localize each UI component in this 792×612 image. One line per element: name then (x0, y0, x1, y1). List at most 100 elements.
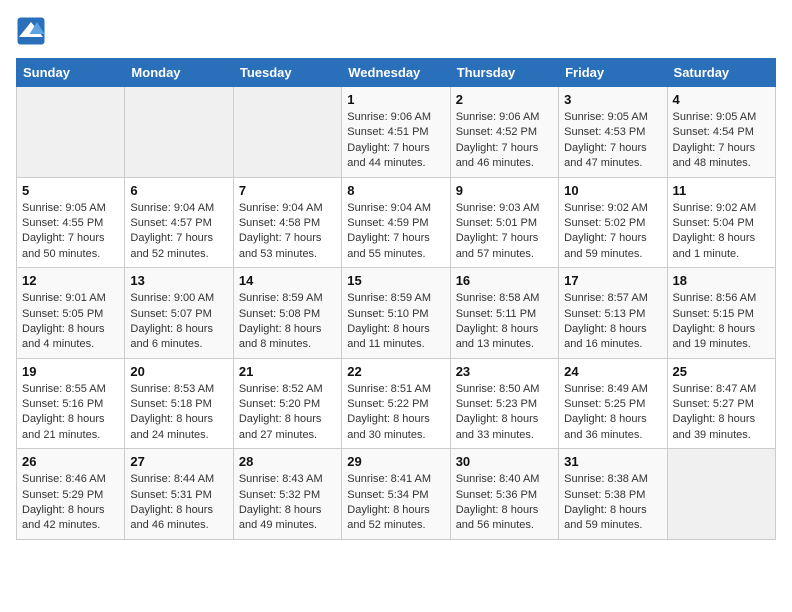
calendar-cell: 30 Sunrise: 8:40 AM Sunset: 5:36 PM Dayli… (450, 449, 558, 540)
day-number: 6 (130, 183, 227, 198)
calendar-cell (233, 87, 341, 178)
calendar-cell: 2 Sunrise: 9:06 AM Sunset: 4:52 PM Daylig… (450, 87, 558, 178)
day-info: Sunrise: 8:51 AM Sunset: 5:22 PM Dayligh… (347, 382, 444, 444)
calendar-cell: 13Sunrise: 9:00 AM Sunset: 5:07 PM Dayli… (125, 268, 233, 359)
day-info: Sunrise: 8:56 AM Sunset: 5:15 PM Dayligh… (673, 291, 770, 353)
calendar-cell: 26 Sunrise: 8:46 AM Sunset: 5:29 PM Dayli… (17, 449, 125, 540)
day-header-tuesday: Tuesday (233, 59, 341, 87)
calendar-cell: 14 Sunrise: 8:59 AM Sunset: 5:08 PM Dayli… (233, 268, 341, 359)
calendar-cell (125, 87, 233, 178)
day-info: Sunrise: 8:44 AM Sunset: 5:31 PM Dayligh… (130, 472, 227, 534)
calendar-cell: 5 Sunrise: 9:05 AM Sunset: 4:55 PM Daylig… (17, 177, 125, 268)
day-number: 14 (239, 273, 336, 288)
logo (16, 16, 50, 46)
day-number: 29 (347, 454, 444, 469)
day-number: 19 (22, 364, 119, 379)
day-number: 31 (564, 454, 661, 469)
calendar-cell: 29Sunrise: 8:41 AM Sunset: 5:34 PM Dayli… (342, 449, 450, 540)
day-header-saturday: Saturday (667, 59, 775, 87)
day-info: Sunrise: 9:06 AM Sunset: 4:52 PM Dayligh… (456, 110, 553, 172)
calendar-cell: 1Sunrise: 9:06 AM Sunset: 4:51 PM Daylig… (342, 87, 450, 178)
day-number: 7 (239, 183, 336, 198)
logo-icon (16, 16, 46, 46)
day-number: 26 (22, 454, 119, 469)
day-info: Sunrise: 9:03 AM Sunset: 5:01 PM Dayligh… (456, 201, 553, 263)
calendar-cell (667, 449, 775, 540)
day-info: Sunrise: 9:05 AM Sunset: 4:54 PM Dayligh… (673, 110, 770, 172)
calendar-cell: 4 Sunrise: 9:05 AM Sunset: 4:54 PM Daylig… (667, 87, 775, 178)
calendar-week-row: 19 Sunrise: 8:55 AM Sunset: 5:16 PM Dayli… (17, 358, 776, 449)
day-info: Sunrise: 8:53 AM Sunset: 5:18 PM Dayligh… (130, 382, 227, 444)
calendar-week-row: 12 Sunrise: 9:01 AM Sunset: 5:05 PM Dayli… (17, 268, 776, 359)
day-number: 24 (564, 364, 661, 379)
calendar-cell: 9 Sunrise: 9:03 AM Sunset: 5:01 PM Daylig… (450, 177, 558, 268)
calendar-cell: 8 Sunrise: 9:04 AM Sunset: 4:59 PM Daylig… (342, 177, 450, 268)
day-info: Sunrise: 9:02 AM Sunset: 5:02 PM Dayligh… (564, 201, 661, 263)
day-info: Sunrise: 9:01 AM Sunset: 5:05 PM Dayligh… (22, 291, 119, 353)
day-info: Sunrise: 8:40 AM Sunset: 5:36 PM Dayligh… (456, 472, 553, 534)
day-number: 15 (347, 273, 444, 288)
calendar-cell: 18 Sunrise: 8:56 AM Sunset: 5:15 PM Dayli… (667, 268, 775, 359)
calendar-cell: 6 Sunrise: 9:04 AM Sunset: 4:57 PM Daylig… (125, 177, 233, 268)
day-number: 25 (673, 364, 770, 379)
day-header-monday: Monday (125, 59, 233, 87)
day-info: Sunrise: 9:04 AM Sunset: 4:57 PM Dayligh… (130, 201, 227, 263)
calendar-cell (17, 87, 125, 178)
calendar-cell: 7 Sunrise: 9:04 AM Sunset: 4:58 PM Daylig… (233, 177, 341, 268)
day-info: Sunrise: 8:58 AM Sunset: 5:11 PM Dayligh… (456, 291, 553, 353)
day-info: Sunrise: 8:50 AM Sunset: 5:23 PM Dayligh… (456, 382, 553, 444)
day-number: 27 (130, 454, 227, 469)
calendar-cell: 23Sunrise: 8:50 AM Sunset: 5:23 PM Dayli… (450, 358, 558, 449)
day-number: 4 (673, 92, 770, 107)
day-info: Sunrise: 8:55 AM Sunset: 5:16 PM Dayligh… (22, 382, 119, 444)
day-info: Sunrise: 9:06 AM Sunset: 4:51 PM Dayligh… (347, 110, 444, 172)
day-header-thursday: Thursday (450, 59, 558, 87)
calendar-cell: 19 Sunrise: 8:55 AM Sunset: 5:16 PM Dayli… (17, 358, 125, 449)
day-info: Sunrise: 9:04 AM Sunset: 4:58 PM Dayligh… (239, 201, 336, 263)
day-header-wednesday: Wednesday (342, 59, 450, 87)
day-number: 28 (239, 454, 336, 469)
day-number: 3 (564, 92, 661, 107)
day-number: 9 (456, 183, 553, 198)
calendar-cell: 25Sunrise: 8:47 AM Sunset: 5:27 PM Dayli… (667, 358, 775, 449)
day-number: 18 (673, 273, 770, 288)
day-info: Sunrise: 9:05 AM Sunset: 4:55 PM Dayligh… (22, 201, 119, 263)
day-number: 5 (22, 183, 119, 198)
calendar-cell: 24 Sunrise: 8:49 AM Sunset: 5:25 PM Dayli… (559, 358, 667, 449)
calendar-cell: 20 Sunrise: 8:53 AM Sunset: 5:18 PM Dayli… (125, 358, 233, 449)
calendar-cell: 27 Sunrise: 8:44 AM Sunset: 5:31 PM Dayli… (125, 449, 233, 540)
calendar-cell: 22 Sunrise: 8:51 AM Sunset: 5:22 PM Dayli… (342, 358, 450, 449)
calendar-table: SundayMondayTuesdayWednesdayThursdayFrid… (16, 58, 776, 540)
day-info: Sunrise: 8:46 AM Sunset: 5:29 PM Dayligh… (22, 472, 119, 534)
day-info: Sunrise: 8:43 AM Sunset: 5:32 PM Dayligh… (239, 472, 336, 534)
day-number: 2 (456, 92, 553, 107)
calendar-header-row: SundayMondayTuesdayWednesdayThursdayFrid… (17, 59, 776, 87)
day-number: 30 (456, 454, 553, 469)
day-number: 12 (22, 273, 119, 288)
calendar-cell: 10 Sunrise: 9:02 AM Sunset: 5:02 PM Dayli… (559, 177, 667, 268)
day-info: Sunrise: 9:02 AM Sunset: 5:04 PM Dayligh… (673, 201, 770, 263)
calendar-cell: 12 Sunrise: 9:01 AM Sunset: 5:05 PM Dayli… (17, 268, 125, 359)
day-info: Sunrise: 9:00 AM Sunset: 5:07 PM Dayligh… (130, 291, 227, 353)
day-number: 11 (673, 183, 770, 198)
calendar-cell: 28 Sunrise: 8:43 AM Sunset: 5:32 PM Dayli… (233, 449, 341, 540)
day-info: Sunrise: 8:59 AM Sunset: 5:08 PM Dayligh… (239, 291, 336, 353)
day-info: Sunrise: 8:57 AM Sunset: 5:13 PM Dayligh… (564, 291, 661, 353)
day-info: Sunrise: 8:38 AM Sunset: 5:38 PM Dayligh… (564, 472, 661, 534)
calendar-cell: 16 Sunrise: 8:58 AM Sunset: 5:11 PM Dayli… (450, 268, 558, 359)
day-info: Sunrise: 8:59 AM Sunset: 5:10 PM Dayligh… (347, 291, 444, 353)
day-number: 16 (456, 273, 553, 288)
calendar-cell: 11 Sunrise: 9:02 AM Sunset: 5:04 PM Dayli… (667, 177, 775, 268)
day-number: 17 (564, 273, 661, 288)
calendar-week-row: 1Sunrise: 9:06 AM Sunset: 4:51 PM Daylig… (17, 87, 776, 178)
day-info: Sunrise: 8:49 AM Sunset: 5:25 PM Dayligh… (564, 382, 661, 444)
calendar-cell: 15 Sunrise: 8:59 AM Sunset: 5:10 PM Dayli… (342, 268, 450, 359)
calendar-week-row: 26 Sunrise: 8:46 AM Sunset: 5:29 PM Dayli… (17, 449, 776, 540)
day-number: 20 (130, 364, 227, 379)
day-number: 22 (347, 364, 444, 379)
day-number: 21 (239, 364, 336, 379)
day-info: Sunrise: 8:52 AM Sunset: 5:20 PM Dayligh… (239, 382, 336, 444)
day-info: Sunrise: 9:04 AM Sunset: 4:59 PM Dayligh… (347, 201, 444, 263)
day-number: 10 (564, 183, 661, 198)
day-number: 8 (347, 183, 444, 198)
